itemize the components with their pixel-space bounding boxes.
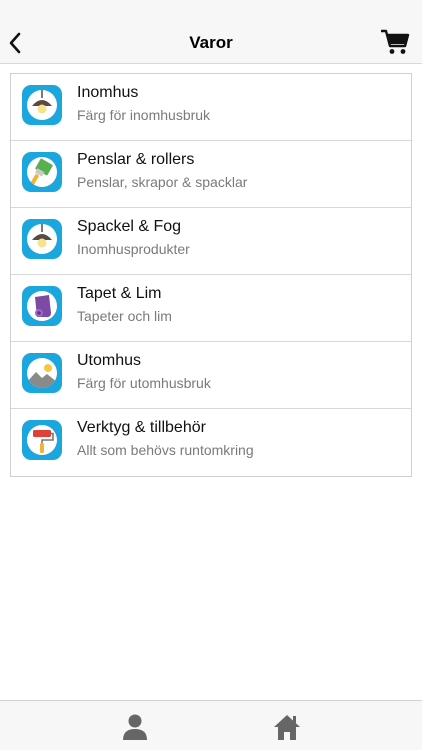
item-subtitle: Färg för inomhusbruk: [77, 107, 211, 123]
list-item-verktyg-tillbehor[interactable]: Verktyg & tillbehör Allt som behövs runt…: [11, 409, 411, 476]
navigation-bar: Varor: [0, 0, 422, 64]
item-subtitle: Allt som behövs runtomkring: [77, 442, 254, 458]
item-title: Tapet & Lim: [77, 285, 162, 302]
list-item-tapet-lim[interactable]: Tapet & Lim Tapeter och lim: [11, 275, 411, 342]
list-item-spackel-fog[interactable]: Spackel & Fog Inomhusprodukter: [11, 208, 411, 275]
user-icon: [123, 714, 147, 740]
paint-brush-icon: [22, 152, 62, 192]
tab-home[interactable]: [272, 712, 302, 742]
page-title: Varor: [189, 33, 233, 52]
item-subtitle: Inomhusprodukter: [77, 241, 190, 257]
ceiling-lamp-icon: [22, 219, 62, 259]
item-title: Utomhus: [77, 352, 142, 369]
item-title: Inomhus: [77, 84, 139, 101]
item-title: Verktyg & tillbehör: [77, 419, 206, 436]
home-icon: [274, 715, 300, 740]
wallpaper-roll-icon: [22, 286, 62, 326]
tab-profile[interactable]: [120, 712, 150, 742]
item-subtitle: Tapeter och lim: [77, 308, 172, 324]
cart-button[interactable]: [380, 28, 410, 56]
paint-roller-icon: [22, 420, 62, 460]
item-subtitle: Penslar, skrapor & spacklar: [77, 174, 248, 190]
landscape-icon: [22, 353, 62, 393]
list-item-inomhus[interactable]: Inomhus Färg för inomhusbruk: [11, 74, 411, 141]
shopping-cart-icon: [381, 29, 410, 54]
category-list: Inomhus Färg för inomhusbruk Penslar & r…: [10, 73, 412, 477]
tab-bar: [0, 700, 422, 750]
item-subtitle: Färg för utomhusbruk: [77, 375, 211, 391]
ceiling-lamp-icon: [22, 85, 62, 125]
item-title: Penslar & rollers: [77, 151, 195, 168]
list-item-penslar-rollers[interactable]: Penslar & rollers Penslar, skrapor & spa…: [11, 141, 411, 208]
list-item-utomhus[interactable]: Utomhus Färg för utomhusbruk: [11, 342, 411, 409]
item-title: Spackel & Fog: [77, 218, 182, 235]
